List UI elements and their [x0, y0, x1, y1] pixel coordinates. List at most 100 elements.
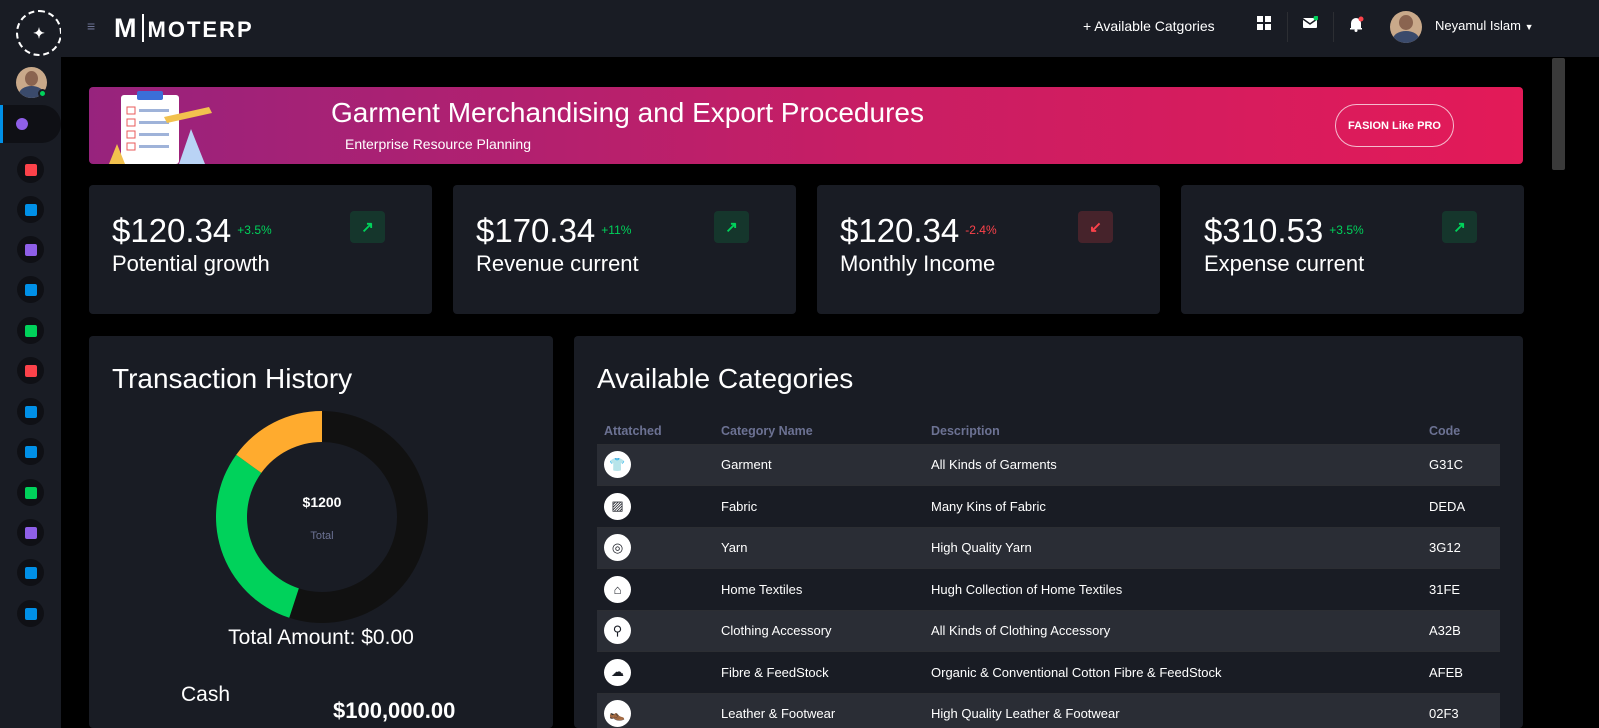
available-categories-panel: Available Categories Attatched Category …: [574, 336, 1523, 728]
sidebar-item-server[interactable]: [17, 600, 44, 627]
grid-icon[interactable]: [1257, 16, 1273, 32]
card-icon: [24, 405, 37, 418]
col-header-category-name: Category Name: [714, 419, 924, 445]
stack-icon: [24, 324, 37, 337]
donut-total-label: Total: [310, 530, 334, 542]
col-header-code: Code: [1422, 419, 1500, 445]
fasion-like-pro-button[interactable]: FASION Like PRO: [1335, 104, 1454, 147]
stat-card-potential-growth: $120.34 +3.5% Potential growth ↗: [89, 185, 432, 314]
cell-category-name: Fabric: [714, 485, 924, 528]
cell-attached: ◎: [597, 527, 714, 569]
cell-attached: 👞: [597, 693, 714, 728]
user-avatar[interactable]: [1390, 11, 1422, 43]
banner-title: Garment Merchandising and Export Procedu…: [331, 97, 924, 128]
cell-code: 3G12: [1422, 527, 1500, 569]
cell-category-name: Fibre & FeedStock: [714, 651, 924, 694]
arrow-up-right-icon: ↗: [350, 211, 385, 243]
sidebar-item-chart[interactable]: [17, 357, 44, 384]
arrow-up-right-icon: ↗: [714, 211, 749, 243]
brand-logo[interactable]: M MOTERP: [114, 13, 254, 44]
cell-code: G31C: [1422, 444, 1500, 486]
table-row[interactable]: ▨ Fabric Many Kins of Fabric DEDA: [597, 485, 1500, 528]
layers-icon: [24, 203, 37, 216]
stat-label: Potential growth: [112, 251, 270, 276]
globe-icon: [24, 486, 37, 499]
total-amount: Total Amount: $0.00: [228, 626, 414, 649]
stat-value: $310.53 +3.5%: [1204, 212, 1364, 249]
table-row[interactable]: ☁ Fibre & FeedStock Organic & Conventional…: [597, 651, 1500, 694]
available-categories-title: Available Categories: [597, 363, 854, 394]
leather-icon: 👞: [604, 700, 631, 728]
cell-category-name: Home Textiles: [714, 568, 924, 611]
table-row[interactable]: ⚲ Clothing Accessory All Kinds of Clothing…: [597, 610, 1500, 652]
cell-code: AFEB: [1422, 651, 1500, 694]
donut-slice-orange[interactable]: [236, 411, 322, 473]
garment-icon: 👕: [604, 451, 631, 479]
caret-down-icon: ▼: [1524, 22, 1534, 32]
sidebar-item-list[interactable]: [17, 156, 44, 183]
cell-category-name: Garment: [714, 444, 924, 486]
stat-label: Revenue current: [476, 251, 639, 276]
sidebar-item-stack[interactable]: [17, 317, 44, 344]
cell-attached: ▨: [597, 485, 714, 528]
table-header-row: Attatched Category Name Description Code: [597, 419, 1500, 445]
moterp-seal-logo[interactable]: ✦: [16, 10, 62, 56]
format-list-icon: [24, 243, 37, 256]
sidebar-item-globe[interactable]: [17, 479, 44, 506]
cell-category-name: Leather & Footwear: [714, 693, 924, 728]
scrollbar-thumb[interactable]: [1552, 58, 1565, 170]
cell-code: 02F3: [1422, 693, 1500, 728]
topbar-divider: [1333, 12, 1334, 42]
add-categories-link[interactable]: + Available Catgories: [1083, 18, 1215, 34]
categories-table: Attatched Category Name Description Code…: [597, 419, 1500, 728]
cell-description: Organic & Conventional Cotton Fibre & Fe…: [924, 651, 1422, 694]
user-menu[interactable]: Neyamul Islam ▼: [1435, 18, 1534, 33]
arrow-up-right-icon: ↗: [1442, 211, 1477, 243]
table-row[interactable]: ◎ Yarn High Quality Yarn 3G12: [597, 527, 1500, 569]
yarn-icon: ◎: [604, 534, 631, 562]
sidebar-item-copy[interactable]: [17, 276, 44, 303]
table-row[interactable]: ⌂ Home Textiles Hugh Collection of Home Te…: [597, 568, 1500, 611]
sidebar-item-layers[interactable]: [17, 196, 44, 223]
list-icon: [24, 163, 37, 176]
stat-change: -2.4%: [965, 223, 997, 237]
sidebar-item-factory[interactable]: [17, 519, 44, 546]
donut-total-value: $1200: [302, 494, 342, 510]
cell-code: DEDA: [1422, 485, 1500, 528]
stat-value: $120.34 +3.5%: [112, 212, 272, 249]
home-textiles-icon: ⌂: [604, 575, 631, 603]
cell-category-name: Clothing Accessory: [714, 610, 924, 652]
menu-toggle-icon[interactable]: ≡: [87, 18, 97, 34]
arrow-down-left-icon: ↙: [1078, 211, 1113, 243]
cell-description: High Quality Yarn: [924, 527, 1422, 569]
online-status-dot: [38, 89, 47, 98]
stat-card-expense-current: $310.53 +3.5% Expense current ↗: [1181, 185, 1524, 314]
stat-value: $170.34 +11%: [476, 212, 632, 249]
transaction-donut-chart[interactable]: $1200 Total: [215, 411, 428, 623]
banner-subtitle: Enterprise Resource Planning: [345, 136, 531, 152]
table-row[interactable]: 👕 Garment All Kinds of Garments G31C: [597, 444, 1500, 486]
sidebar-item-wind[interactable]: [17, 438, 44, 465]
server-icon: [24, 607, 37, 620]
wind-icon: [24, 445, 37, 458]
bell-icon[interactable]: [1348, 16, 1364, 32]
copy-icon: [24, 283, 37, 296]
sidebar-item-card[interactable]: [17, 398, 44, 425]
sidebar-item-check[interactable]: [17, 559, 44, 586]
stat-change: +3.5%: [1329, 223, 1364, 237]
cell-category-name: Yarn: [714, 527, 924, 569]
cell-description: Hugh Collection of Home Textiles: [924, 568, 1422, 611]
mail-icon[interactable]: [1302, 15, 1319, 32]
stat-label: Expense current: [1204, 251, 1365, 276]
stat-card-revenue-current: $170.34 +11% Revenue current ↗: [453, 185, 796, 314]
sidebar-item-format-list[interactable]: [17, 236, 44, 263]
clipboard-illustration: [109, 91, 212, 164]
transaction-history-title: Transaction History: [112, 363, 353, 394]
stat-card-monthly-income: $120.34 -2.4% Monthly Income ↙: [817, 185, 1160, 314]
chart-icon: [24, 364, 37, 377]
transaction-history-panel: Transaction History $1200 Total Total Am…: [89, 336, 553, 728]
sidebar-item-speedometer[interactable]: [0, 105, 61, 143]
table-row[interactable]: 👞 Leather & Footwear High Quality Leather …: [597, 693, 1500, 728]
topbar: ≡ M MOTERP + Available Catgories Neyamul …: [61, 0, 1599, 57]
cell-description: All Kinds of Garments: [924, 444, 1422, 486]
